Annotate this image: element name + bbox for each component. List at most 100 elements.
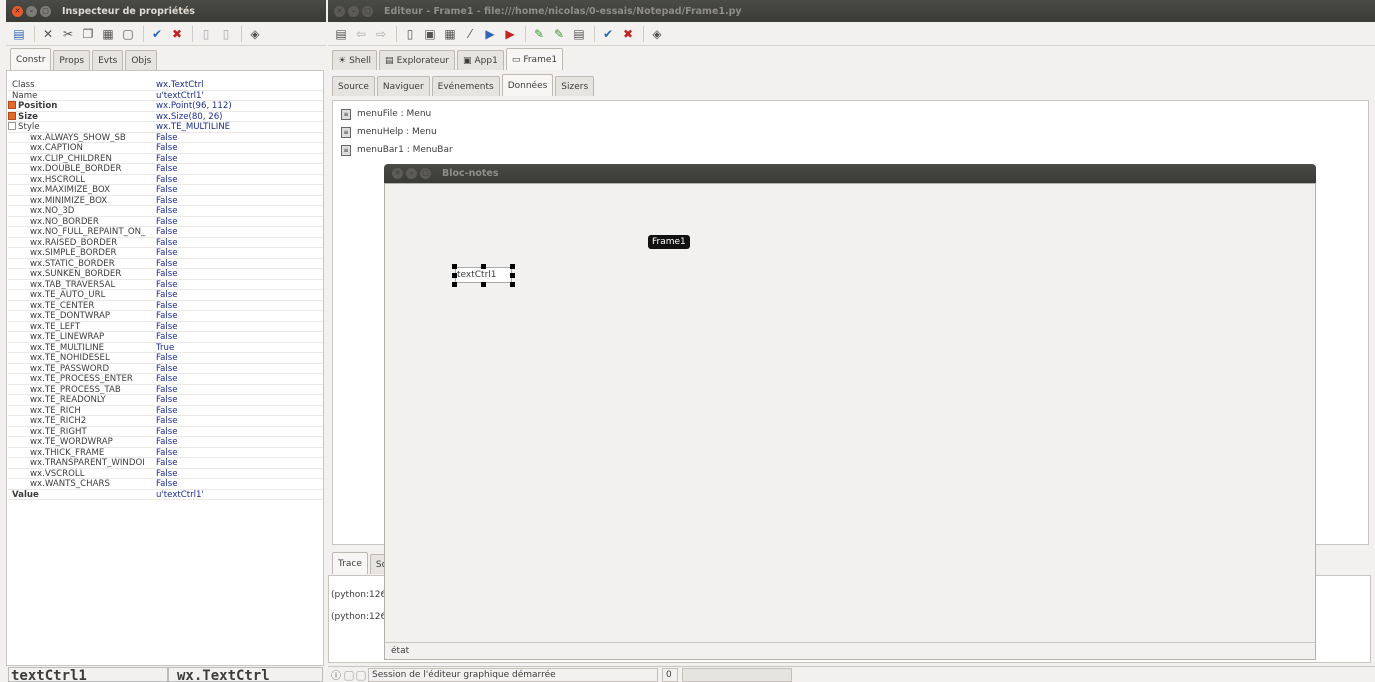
property-checkbox[interactable] bbox=[8, 111, 16, 120]
selection-handle[interactable] bbox=[452, 282, 457, 287]
close-icon[interactable]: ✕ bbox=[12, 5, 23, 17]
property-row[interactable]: wx.VSCROLL False bbox=[8, 469, 323, 479]
property-value[interactable]: False bbox=[156, 416, 178, 425]
property-row[interactable]: wx.NO_BORDER False bbox=[8, 217, 323, 227]
property-value[interactable]: False bbox=[156, 227, 178, 236]
property-value[interactable]: False bbox=[156, 364, 178, 373]
cancel-icon[interactable]: ✖ bbox=[619, 25, 637, 43]
property-row[interactable]: wx.MAXIMIZE_BOX False bbox=[8, 185, 323, 196]
property-value[interactable]: False bbox=[156, 427, 178, 436]
help-book-icon[interactable]: ◈ bbox=[246, 25, 264, 43]
property-value[interactable]: False bbox=[156, 248, 178, 257]
property-value[interactable]: False bbox=[156, 259, 178, 268]
designer-icon[interactable]: ▦ bbox=[441, 25, 459, 43]
property-row[interactable]: Size wx.Size(80, 26) bbox=[8, 111, 323, 122]
delete-icon[interactable]: ✕ bbox=[39, 25, 57, 43]
close-icon[interactable]: ✕ bbox=[392, 168, 403, 179]
tab-view-1[interactable]: Naviguer bbox=[376, 76, 430, 96]
help-book-icon[interactable]: ◈ bbox=[648, 25, 666, 43]
property-row[interactable]: wx.TRANSPARENT_WINDOI False bbox=[8, 458, 323, 469]
property-row[interactable]: wx.CLIP_CHILDREN False bbox=[8, 154, 323, 164]
property-value[interactable]: False bbox=[156, 406, 178, 415]
property-value[interactable]: wx.Size(80, 26) bbox=[156, 112, 223, 121]
property-row[interactable]: wx.TE_RIGHT False bbox=[8, 427, 323, 437]
object-list-item[interactable]: ≡ menuFile : Menu bbox=[333, 105, 1368, 123]
tab-bottom-0[interactable]: Trace bbox=[332, 552, 368, 574]
pin2-icon[interactable]: ✎ bbox=[550, 25, 568, 43]
property-value[interactable]: False bbox=[156, 437, 178, 446]
tab-file-3[interactable]: ▭ Frame1 bbox=[505, 48, 564, 70]
object-list-item[interactable]: ≡ menuHelp : Menu bbox=[333, 123, 1368, 141]
pin-icon[interactable]: ✎ bbox=[530, 25, 548, 43]
cancel-icon[interactable]: ✖ bbox=[168, 25, 186, 43]
property-checkbox[interactable] bbox=[8, 122, 16, 130]
tab-file-1[interactable]: ▤ Explorateur bbox=[379, 50, 455, 70]
frame-icon[interactable]: ▤ bbox=[570, 25, 588, 43]
tab-view-3[interactable]: Données bbox=[501, 74, 554, 96]
property-row[interactable]: wx.TE_PROCESS_ENTER False bbox=[8, 374, 323, 385]
property-row[interactable]: wx.SUNKEN_BORDER False bbox=[8, 269, 323, 280]
property-value[interactable]: False bbox=[156, 458, 178, 467]
minimize-icon[interactable]: – bbox=[406, 168, 417, 179]
minimize-icon[interactable]: – bbox=[348, 5, 359, 17]
designer-frame[interactable]: état bbox=[384, 183, 1316, 660]
property-value[interactable]: False bbox=[156, 280, 178, 289]
property-value[interactable]: False bbox=[156, 175, 178, 184]
property-row[interactable]: wx.NO_FULL_REPAINT_ON_ False bbox=[8, 227, 323, 238]
property-value[interactable]: True bbox=[156, 343, 174, 352]
property-row[interactable]: wx.CAPTION False bbox=[8, 143, 323, 154]
selection-handle[interactable] bbox=[510, 273, 515, 278]
tab-inspector-0[interactable]: Constr bbox=[10, 48, 52, 70]
selection-handle[interactable] bbox=[510, 264, 515, 269]
property-value[interactable]: False bbox=[156, 238, 178, 247]
tab-view-0[interactable]: Source bbox=[332, 76, 375, 96]
property-value[interactable]: False bbox=[156, 290, 178, 299]
wand-icon[interactable]: ⁄ bbox=[461, 25, 479, 43]
tab-inspector-1[interactable]: Props bbox=[53, 50, 91, 70]
property-value[interactable]: False bbox=[156, 311, 178, 320]
page2-icon[interactable]: ▯ bbox=[217, 25, 235, 43]
property-value[interactable]: False bbox=[156, 269, 178, 278]
back-icon[interactable]: ⇦ bbox=[352, 25, 370, 43]
property-row[interactable]: wx.NO_3D False bbox=[8, 206, 323, 217]
property-row[interactable]: wx.THICK_FRAME False bbox=[8, 448, 323, 458]
property-row[interactable]: wx.TE_LEFT False bbox=[8, 322, 323, 332]
object-list-item[interactable]: ≡ menuBar1 : MenuBar bbox=[333, 141, 1368, 159]
new-icon[interactable]: ▯ bbox=[401, 25, 419, 43]
selection-handle[interactable] bbox=[481, 282, 486, 287]
property-value[interactable]: wx.Point(96, 112) bbox=[156, 101, 232, 110]
property-row[interactable]: wx.WANTS_CHARS False bbox=[8, 479, 323, 490]
property-value[interactable]: False bbox=[156, 374, 178, 383]
property-value[interactable]: False bbox=[156, 301, 178, 310]
property-value[interactable]: False bbox=[156, 395, 178, 404]
property-value[interactable]: u'textCtrl1' bbox=[156, 490, 204, 499]
property-row[interactable]: wx.TE_NOHIDESEL False bbox=[8, 353, 323, 364]
close-icon[interactable]: ✕ bbox=[334, 5, 345, 17]
property-value[interactable]: False bbox=[156, 154, 178, 163]
property-value[interactable]: False bbox=[156, 206, 178, 215]
property-row[interactable]: wx.TE_WORDWRAP False bbox=[8, 437, 323, 448]
open-icon[interactable]: ▤ bbox=[332, 25, 350, 43]
inspect-icon[interactable]: ▤ bbox=[10, 25, 28, 43]
property-row[interactable]: Style wx.TE_MULTILINE bbox=[8, 122, 323, 133]
selection-handle[interactable] bbox=[452, 264, 457, 269]
property-row[interactable]: Position wx.Point(96, 112) bbox=[8, 101, 323, 112]
debug-icon[interactable]: ▶ bbox=[501, 25, 519, 43]
tab-view-2[interactable]: Evénements bbox=[431, 76, 500, 96]
property-value[interactable]: False bbox=[156, 322, 178, 331]
property-value[interactable]: False bbox=[156, 448, 178, 457]
property-value[interactable]: False bbox=[156, 353, 178, 362]
property-row[interactable]: wx.TE_CENTER False bbox=[8, 301, 323, 311]
property-row[interactable]: wx.MINIMIZE_BOX False bbox=[8, 196, 323, 206]
property-row[interactable]: wx.TAB_TRAVERSAL False bbox=[8, 280, 323, 290]
property-row[interactable]: wx.TE_DONTWRAP False bbox=[8, 311, 323, 322]
selection-handle[interactable] bbox=[452, 273, 457, 278]
designer-titlebar[interactable]: ✕ – □ Bloc-notes bbox=[384, 164, 1316, 183]
property-value[interactable]: wx.TE_MULTILINE bbox=[156, 122, 230, 131]
tab-file-0[interactable]: ☀ Shell bbox=[332, 50, 378, 70]
property-row[interactable]: wx.TE_PROCESS_TAB False bbox=[8, 385, 323, 395]
page-icon[interactable]: ▯ bbox=[197, 25, 215, 43]
tab-file-2[interactable]: ▣ App1 bbox=[456, 50, 504, 70]
property-row[interactable]: wx.TE_AUTO_URL False bbox=[8, 290, 323, 301]
property-row[interactable]: wx.TE_RICH2 False bbox=[8, 416, 323, 427]
